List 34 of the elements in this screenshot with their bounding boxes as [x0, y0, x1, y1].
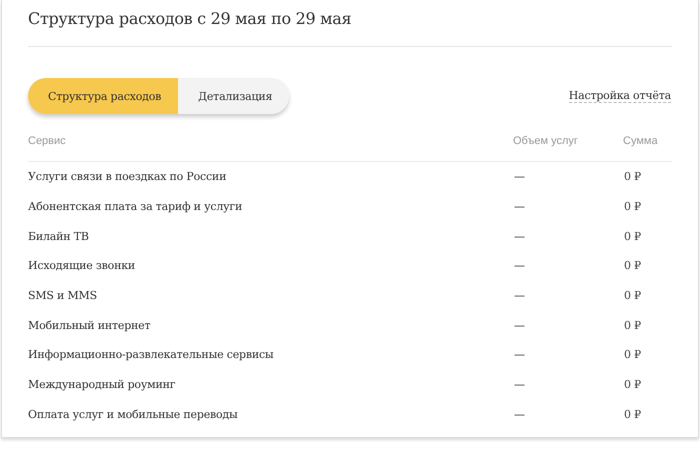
- table-cell-text: 0 ₽: [624, 289, 642, 302]
- table-cell-text: 0 ₽: [624, 170, 642, 184]
- table-cell-text: —: [514, 348, 526, 362]
- column-header: Объем услуг: [512, 135, 579, 149]
- table-cell-text: 0 ₽: [624, 378, 642, 392]
- table-cell-text: —: [514, 289, 526, 302]
- table-cell-text: SMS и MMS: [28, 289, 98, 302]
- table-cell-text: —: [514, 230, 526, 243]
- report-settings-link[interactable]: Настройка отчёта: [568, 89, 671, 103]
- table-cell-text: —: [514, 378, 526, 392]
- table-cell-text: Билайн ТВ: [28, 230, 90, 243]
- tab[interactable]: Детализация: [178, 78, 290, 114]
- page-title: Структура расходов с 29 мая по 29 мая: [28, 8, 352, 30]
- table-cell-text: —: [514, 318, 526, 332]
- table-cell-text: Абонентская плата за тариф и услуги: [28, 200, 244, 214]
- table-cell-text: Информационно-развлекательные сервисы: [28, 348, 274, 362]
- table-cell-text: 0 ₽: [624, 348, 642, 362]
- table-cell-text: Международный роуминг: [28, 378, 176, 392]
- table-cell-text: —: [514, 200, 526, 214]
- table-cell-text: Мобильный интернет: [28, 318, 152, 332]
- table-cell-text: —: [514, 170, 526, 184]
- table-cell-text: Исходящие звонки: [28, 259, 136, 272]
- table-cell-text: 0 ₽: [624, 230, 642, 243]
- tab[interactable]: Структура расходов: [28, 78, 178, 114]
- column-header: Сервис: [28, 135, 67, 149]
- column-header: Сумма: [622, 135, 659, 149]
- table-cell-text: —: [514, 259, 526, 272]
- table-cell-text: 0 ₽: [624, 408, 642, 421]
- table-cell-text: —: [514, 408, 526, 421]
- table-cell-text: 0 ₽: [624, 200, 642, 214]
- table-cell-text: Оплата услуг и мобильные переводы: [28, 408, 239, 421]
- table-cell-text: 0 ₽: [624, 259, 642, 272]
- table-cell-text: 0 ₽: [624, 318, 642, 332]
- table-cell-text: Услуги связи в поездках по России: [28, 170, 228, 184]
